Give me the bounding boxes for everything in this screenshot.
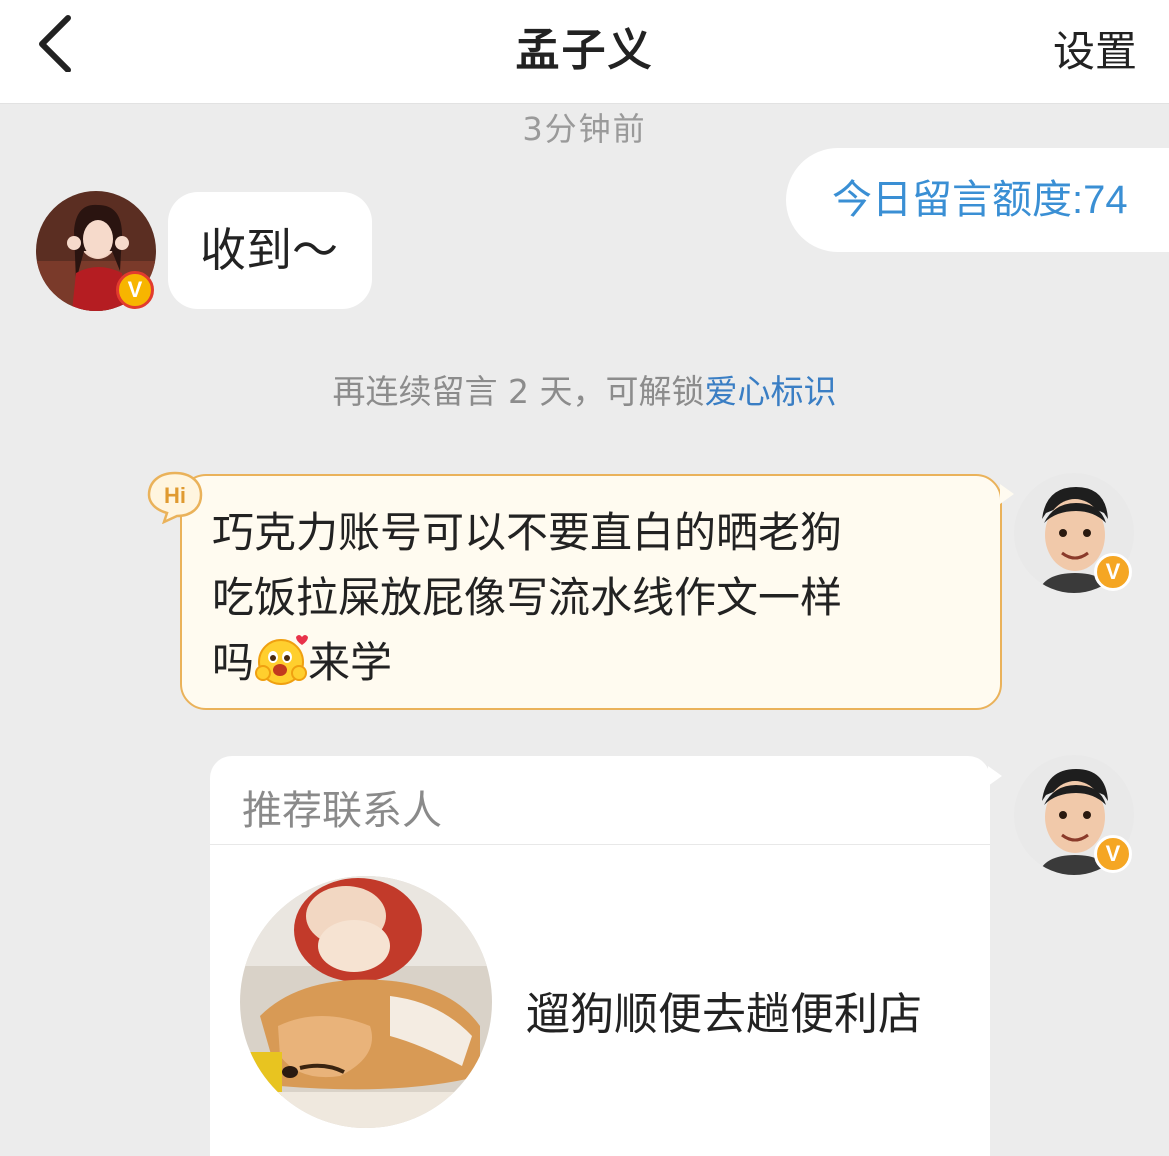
message-line: 吃饭拉屎放屁像写流水线作文一样 — [212, 573, 843, 622]
hi-tag-icon: Hi — [147, 471, 203, 524]
bubble-tail — [988, 766, 1002, 786]
page-title: 孟子义 — [515, 25, 654, 76]
message-timestamp: 3分钟前 — [522, 110, 647, 148]
dog-photo — [240, 876, 492, 1128]
contact-card-avatar[interactable] — [240, 876, 492, 1128]
streak-notice: 再连续留言 2 天，可解锁爱心标识 — [0, 365, 1169, 413]
heart-badge-link[interactable]: 爱心标识 — [704, 372, 836, 411]
hug-face-emoji-icon — [255, 635, 309, 685]
hi-tag-text: Hi — [164, 483, 186, 508]
card-title: 推荐联系人 — [242, 788, 442, 834]
verified-badge-icon: V — [1094, 835, 1132, 873]
verified-badge-icon: V — [1094, 553, 1132, 591]
message-text: 吗 — [212, 638, 255, 687]
message-line: 巧克力账号可以不要直白的晒老狗 — [212, 508, 843, 557]
contact-name: 遛狗顺便去趟便利店 — [526, 989, 922, 1040]
recommended-contact-card[interactable]: 推荐联系人 遛狗顺便去趟便利店 — [210, 756, 990, 1156]
bubble-tail — [1000, 484, 1014, 504]
divider — [210, 844, 990, 845]
streak-notice-text: 再连续留言 2 天，可解锁 — [332, 372, 705, 411]
verified-badge-icon: V — [116, 271, 154, 309]
top-bar: 孟子义 设置 — [0, 0, 1169, 104]
incoming-message-bubble[interactable]: 收到～ — [168, 192, 372, 309]
message-text: 来学 — [308, 638, 393, 687]
message-line: 吗 来学 — [212, 630, 980, 695]
message-quota-bubble: 今日留言额度:74 — [786, 148, 1169, 252]
settings-button[interactable]: 设置 — [1053, 18, 1137, 79]
outgoing-hi-message-bubble[interactable]: 巧克力账号可以不要直白的晒老狗 吃饭拉屎放屁像写流水线作文一样 吗 来学 — [180, 474, 1002, 710]
